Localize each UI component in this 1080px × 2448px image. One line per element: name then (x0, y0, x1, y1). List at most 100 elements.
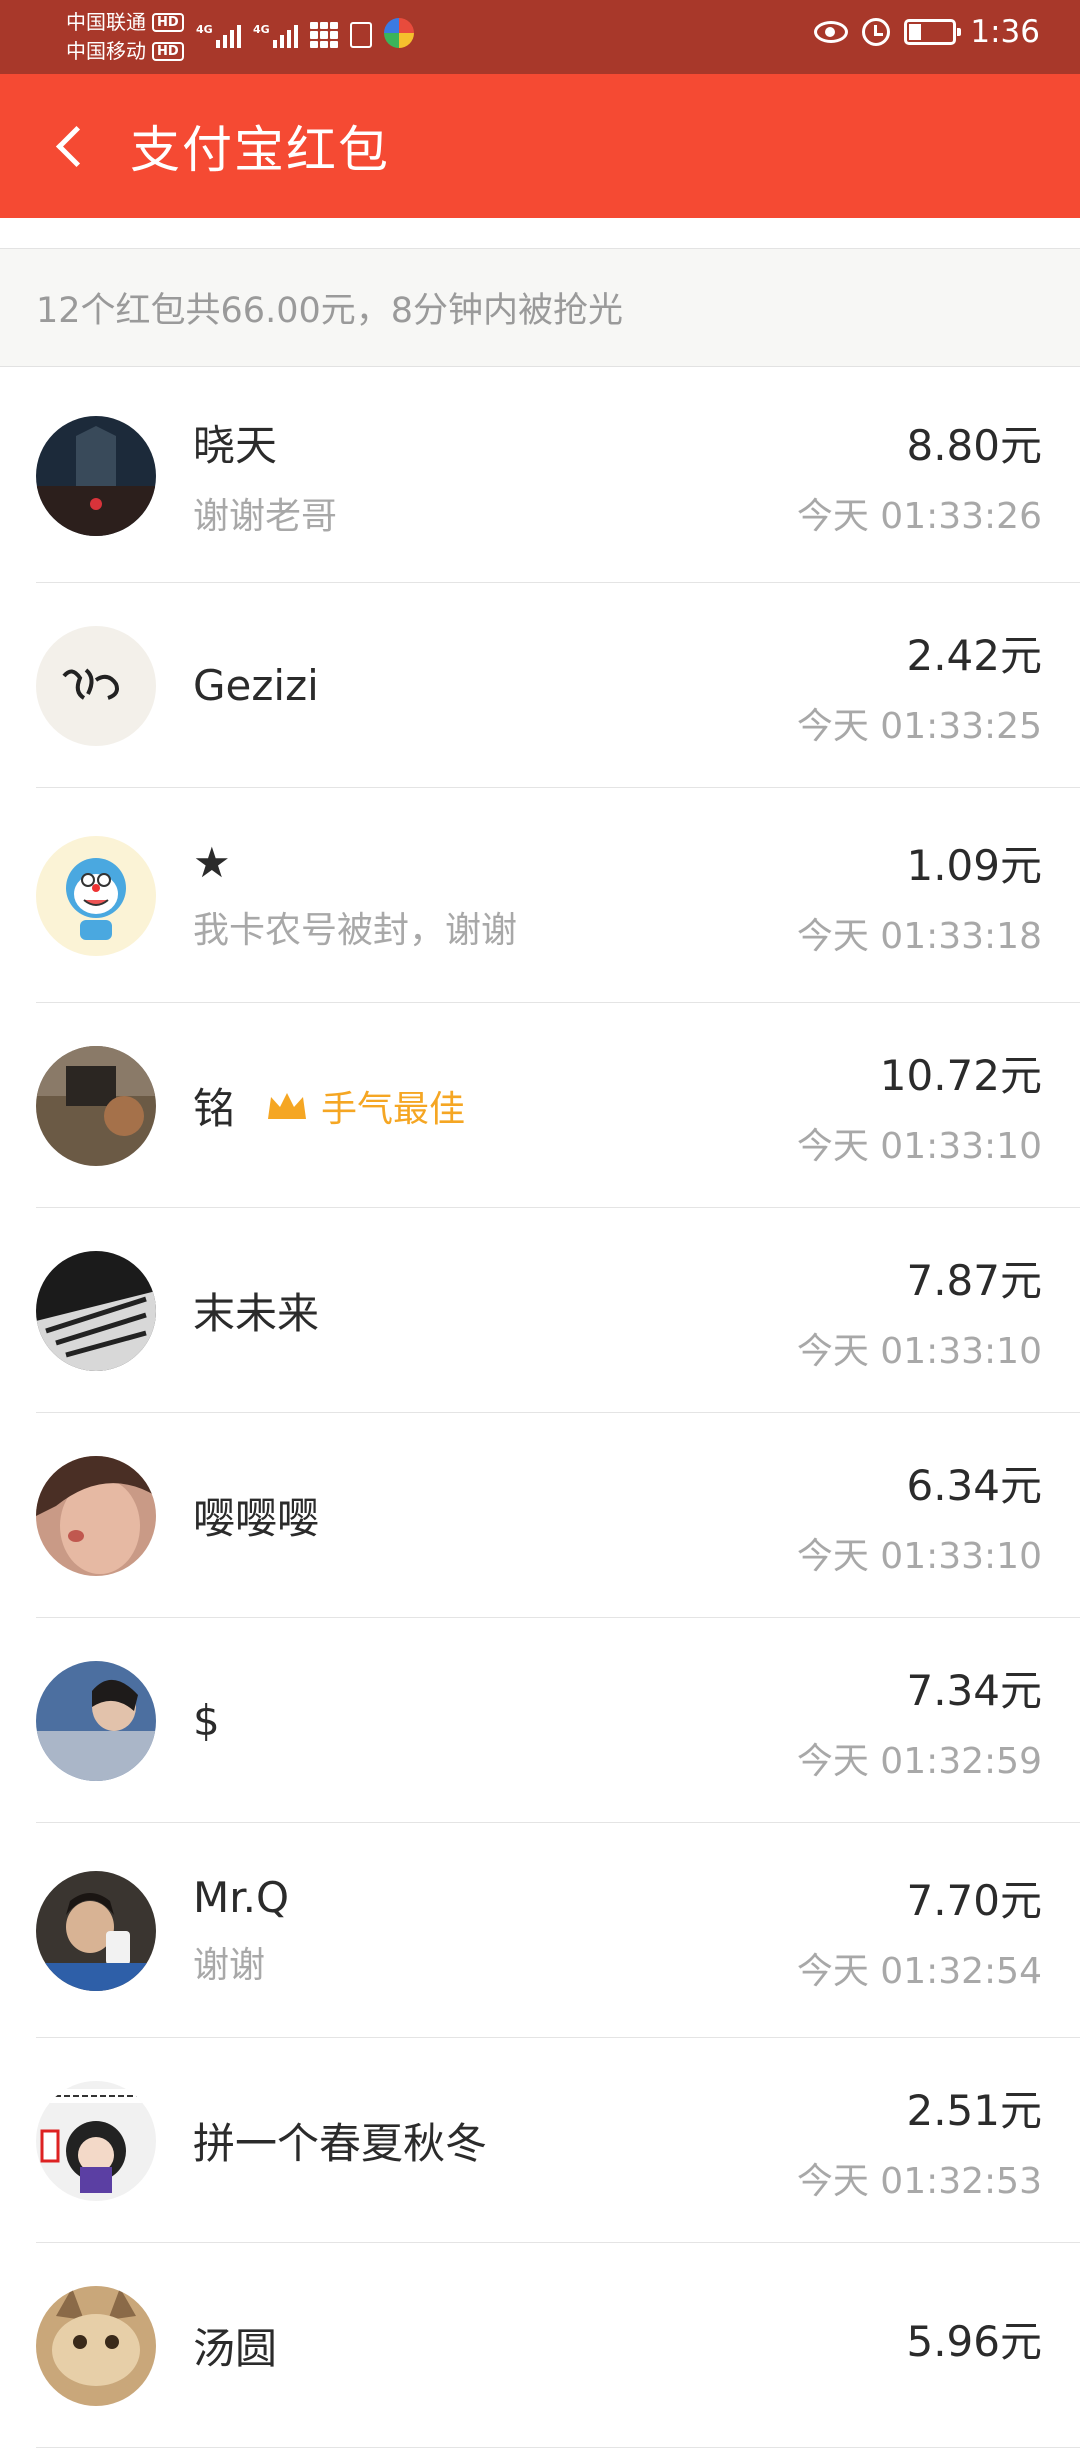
timestamp: 今天 01:33:25 (796, 706, 1042, 747)
avatar (36, 1455, 156, 1576)
record-info: 晓天 谢谢老哥 (193, 368, 337, 583)
record-amount-block: 8.80元 今天 01:33:26 (797, 368, 1042, 583)
record-amount-block: 6.34元 今天 01:33:10 (797, 1413, 1042, 1618)
avatar (36, 1660, 156, 1781)
record-list: 晓天 谢谢老哥 8.80元 今天 01:33:26 Gezizi 2.42元 今… (0, 368, 1080, 2448)
list-item[interactable]: 末未来 7.87元 今天 01:33:10 (0, 1208, 1080, 1413)
user-name: ★ (193, 838, 231, 887)
timestamp: 今天 01:32:59 (796, 1741, 1042, 1782)
back-icon[interactable] (40, 110, 112, 182)
amount: 5.96元 (906, 2317, 1042, 2366)
user-name: Mr.Q (193, 1873, 290, 1922)
timestamp: 今天 01:33:26 (796, 496, 1042, 537)
record-info: Gezizi (193, 583, 319, 788)
summary-bar: 12个红包共66.00元，8分钟内被抢光 (0, 249, 1080, 367)
record-amount-block: 7.70元 今天 01:32:54 (797, 1823, 1042, 2038)
carrier-info: 中国联通 HD 中国移动 HD (66, 8, 184, 66)
avatar (36, 1870, 156, 1991)
avatar (36, 2285, 156, 2406)
record-info: ★ 我卡农号被封，谢谢 (193, 788, 517, 1003)
divider (0, 218, 1080, 249)
amount: 7.34元 (906, 1666, 1042, 1715)
user-name: $ (193, 1696, 220, 1745)
network-type: 4G (196, 23, 213, 36)
clock: 1:36 (970, 14, 1040, 50)
amount: 6.34元 (906, 1461, 1042, 1510)
timestamp: 今天 01:33:10 (796, 1126, 1042, 1167)
user-name: 末未来 (193, 1289, 320, 1338)
list-item[interactable]: 铭 手气最佳 10.72元 今天 01:33:10 (0, 1003, 1080, 1208)
user-name: 汤圆 (193, 2324, 278, 2373)
hd-badge: HD (152, 13, 184, 32)
record-info: Mr.Q 谢谢 (193, 1823, 289, 2038)
alarm-icon (862, 18, 891, 46)
list-item[interactable]: Gezizi 2.42元 今天 01:33:25 (0, 583, 1080, 788)
avatar (36, 2080, 156, 2201)
list-item[interactable]: ★ 我卡农号被封，谢谢 1.09元 今天 01:33:18 (0, 788, 1080, 1003)
timestamp: 今天 01:32:53 (796, 2161, 1042, 2202)
list-item[interactable]: $ 7.34元 今天 01:32:59 (0, 1618, 1080, 1823)
status-bar: 中国联通 HD 中国移动 HD 4G 4G 1:36 (0, 0, 1080, 74)
record-info: 汤圆 (193, 2243, 277, 2448)
amount: 8.80元 (906, 421, 1042, 470)
record-amount-block: 7.87元 今天 01:33:10 (797, 1208, 1042, 1413)
avatar (36, 1250, 156, 1371)
amount: 10.72元 (879, 1051, 1042, 1100)
apps-grid-icon (310, 22, 338, 48)
amount: 2.51元 (906, 2086, 1042, 2135)
carrier-name: 中国移动 (66, 39, 146, 63)
timestamp: 今天 01:33:18 (796, 916, 1042, 957)
timestamp: 今天 01:32:54 (796, 1951, 1042, 1992)
record-amount-block: 5.96元 (906, 2243, 1042, 2448)
timestamp: 今天 01:33:10 (796, 1331, 1042, 1372)
amount: 7.70元 (906, 1876, 1042, 1925)
avatar (36, 415, 156, 536)
record-info: 铭 手气最佳 (193, 1003, 465, 1208)
page-title: 支付宝红包 (130, 121, 390, 179)
list-item[interactable]: 晓天 谢谢老哥 8.80元 今天 01:33:26 (0, 368, 1080, 583)
record-info: 末未来 (193, 1208, 319, 1413)
user-note: 谢谢老哥 (193, 496, 338, 537)
user-note: 谢谢 (193, 1945, 266, 1986)
signal-icons: 4G 4G (196, 18, 414, 48)
signal-icon: 4G (196, 23, 241, 48)
record-amount-block: 1.09元 今天 01:33:18 (797, 788, 1042, 1003)
record-info: 嘤嘤嘤 (193, 1413, 319, 1618)
amount: 1.09元 (906, 841, 1042, 890)
amount: 7.87元 (906, 1256, 1042, 1305)
list-item[interactable]: Mr.Q 谢谢 7.70元 今天 01:32:54 (0, 1823, 1080, 2038)
list-item[interactable]: 汤圆 5.96元 (0, 2243, 1080, 2448)
user-name: Gezizi (193, 661, 319, 710)
app-header: 支付宝红包 (0, 74, 1080, 218)
crown-icon (268, 1092, 307, 1119)
record-amount-block: 2.51元 今天 01:32:53 (797, 2038, 1042, 2243)
battery-icon (904, 19, 962, 45)
user-name: 铭 (193, 1084, 236, 1133)
user-name: 嘤嘤嘤 (193, 1494, 320, 1543)
summary-text: 12个红包共66.00元，8分钟内被抢光 (36, 291, 624, 331)
amount: 2.42元 (906, 631, 1042, 680)
list-item[interactable]: 拼一个春夏秋冬 2.51元 今天 01:32:53 (0, 2038, 1080, 2243)
user-note: 我卡农号被封，谢谢 (193, 910, 518, 951)
timestamp: 今天 01:33:10 (796, 1536, 1042, 1577)
list-item[interactable]: 嘤嘤嘤 6.34元 今天 01:33:10 (0, 1413, 1080, 1618)
avatar (36, 625, 156, 746)
app-color-icon (384, 18, 414, 48)
avatar (36, 835, 156, 956)
record-amount-block: 7.34元 今天 01:32:59 (797, 1618, 1042, 1823)
signal-icon: 4G (253, 23, 298, 48)
status-right: 1:36 (814, 14, 1040, 50)
record-amount-block: 2.42元 今天 01:33:25 (797, 583, 1042, 788)
hd-badge: HD (152, 42, 184, 61)
avatar (36, 1045, 156, 1166)
eye-icon (814, 21, 849, 43)
network-type: 4G (253, 23, 270, 36)
user-name: 晓天 (193, 421, 278, 470)
best-luck-badge: 手气最佳 (321, 1088, 466, 1130)
document-icon (350, 22, 372, 48)
carrier-name: 中国联通 (66, 10, 146, 34)
record-amount-block: 10.72元 今天 01:33:10 (797, 1003, 1042, 1208)
record-info: 拼一个春夏秋冬 (193, 2038, 487, 2243)
user-name: 拼一个春夏秋冬 (193, 2119, 488, 2168)
record-info: $ (193, 1618, 220, 1823)
